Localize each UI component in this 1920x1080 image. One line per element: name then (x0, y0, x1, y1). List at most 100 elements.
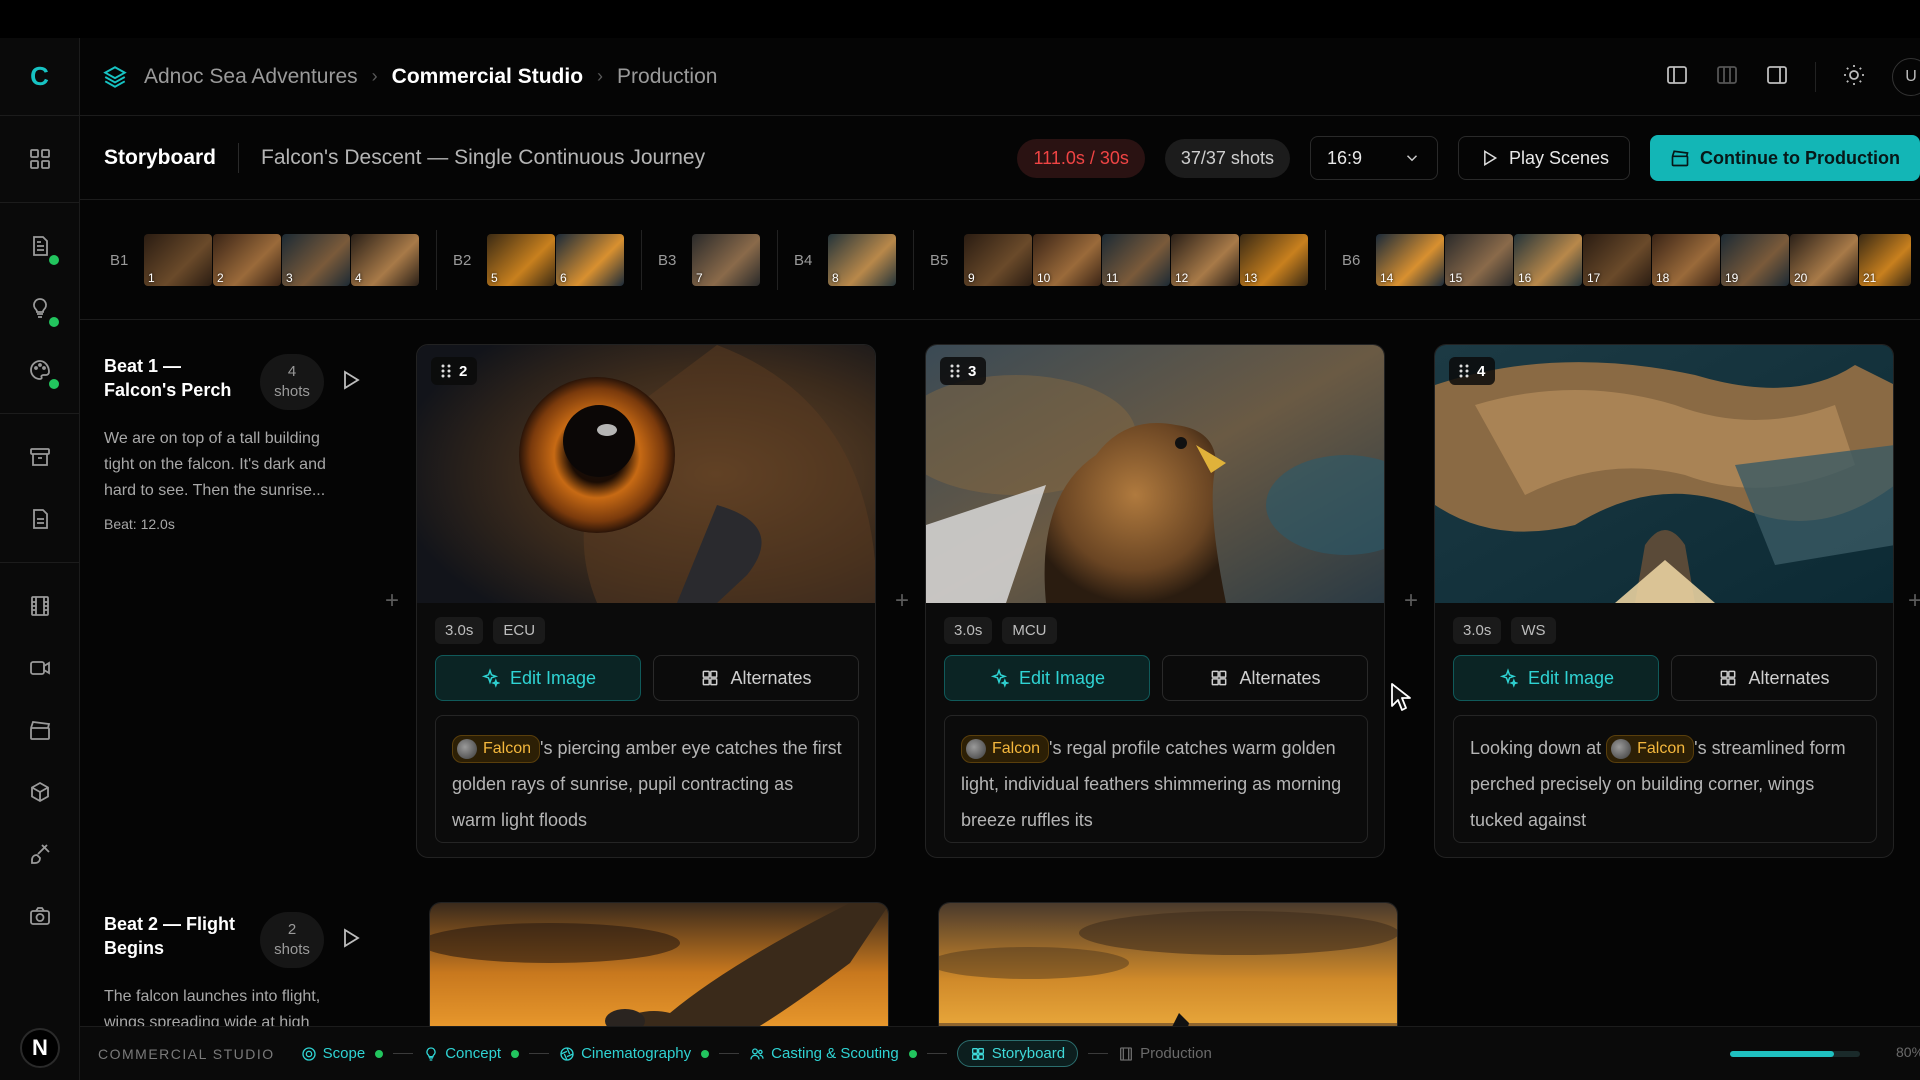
studio-label: COMMERCIAL STUDIO (98, 1045, 275, 1062)
rail-dashboard[interactable] (0, 128, 79, 190)
film-icon (30, 596, 49, 616)
rail-3d[interactable] (0, 761, 79, 823)
breadcrumb-section[interactable]: Commercial Studio (392, 65, 583, 89)
filmstrip-thumbnail[interactable]: 18 (1652, 234, 1720, 286)
play-beat-button[interactable] (338, 926, 362, 955)
shot-number-badge[interactable]: 4 (1449, 357, 1496, 385)
rail-video[interactable] (0, 637, 79, 699)
file-text-icon (32, 509, 48, 529)
shot-prompt[interactable]: Falcon's piercing amber eye catches the … (435, 715, 859, 843)
shot-prompt[interactable]: Looking down at Falcon's streamlined for… (1453, 715, 1877, 843)
filmstrip-thumbnail[interactable]: 4 (351, 234, 419, 286)
filmstrip-thumbnail[interactable]: 17 (1583, 234, 1651, 286)
step-production[interactable]: Production (1118, 1045, 1212, 1062)
filmstrip-thumbnail[interactable]: 8 (828, 234, 896, 286)
beat-description: We are on top of a tall building tight o… (104, 430, 326, 499)
filmstrip-thumbnail[interactable]: 15 (1445, 234, 1513, 286)
rail-ideas[interactable] (0, 277, 79, 339)
edit-image-button[interactable]: Edit Image (1453, 655, 1659, 701)
edit-image-button[interactable]: Edit Image (435, 655, 641, 701)
shot-card[interactable]: 2 3.0s ECU Edit Image Alternates Falcon '… (416, 344, 876, 858)
continue-to-production-button[interactable]: Continue to Production (1650, 135, 1920, 181)
character-chip[interactable]: Falcon (1606, 735, 1695, 764)
add-shot-button[interactable]: + (1905, 589, 1920, 613)
edit-image-button[interactable]: Edit Image (944, 655, 1150, 701)
shot-card[interactable]: 5 (429, 902, 889, 1042)
filmstrip-thumbnail[interactable]: 10 (1033, 234, 1101, 286)
app-logo[interactable]: C (0, 38, 79, 116)
filmstrip-thumbnail[interactable]: 12 (1171, 234, 1239, 286)
filmstrip-thumbnail[interactable]: 21 (1859, 234, 1911, 286)
alternates-button[interactable]: Alternates (1671, 655, 1877, 701)
filmstrip-beat-label[interactable]: B6 (1342, 252, 1364, 269)
pipeline-progress-percent: 80% (1896, 1044, 1920, 1060)
filmstrip-beat-label[interactable]: B3 (658, 252, 680, 269)
toggle-right-panel-button[interactable] (1765, 63, 1789, 92)
shot-number-badge[interactable]: 2 (431, 357, 478, 385)
rail-script[interactable] (0, 488, 79, 550)
shot-card[interactable]: 3 3.0s MCU Edit Image Alternates Falcon '… (925, 344, 1385, 858)
add-shot-button[interactable]: + (382, 589, 402, 613)
rail-palette[interactable] (0, 339, 79, 401)
step-casting[interactable]: Casting & Scouting (749, 1045, 917, 1062)
alternates-label: Alternates (1748, 667, 1830, 688)
add-shot-button[interactable]: + (1401, 589, 1421, 613)
aspect-ratio-select[interactable]: 16:9 (1309, 136, 1438, 180)
step-cinematography[interactable]: Cinematography (559, 1045, 710, 1062)
shot-prompt[interactable]: Falcon's regal profile catches warm gold… (944, 715, 1368, 843)
filmstrip-beat-label[interactable]: B1 (110, 252, 132, 269)
shot-image-aerial-city[interactable] (1435, 345, 1894, 603)
filmstrip-beat-label[interactable]: B4 (794, 252, 816, 269)
shot-image-falcon-eye[interactable] (417, 345, 876, 603)
breadcrumb-project[interactable]: Adnoc Sea Adventures (144, 65, 358, 89)
filmstrip-thumbnail[interactable]: 2 (213, 234, 281, 286)
filmstrip-thumbnail[interactable]: 19 (1721, 234, 1789, 286)
step-scope[interactable]: Scope (301, 1045, 384, 1062)
step-storyboard[interactable]: Storyboard (956, 1040, 1079, 1067)
add-shot-button[interactable]: + (892, 589, 912, 613)
shot-number-badge[interactable]: 3 (940, 357, 987, 385)
filmstrip-thumbnail[interactable]: 9 (964, 234, 1032, 286)
shot-card[interactable]: 6 (938, 902, 1398, 1042)
character-chip[interactable]: Falcon (452, 735, 541, 764)
shot-count-number: 4 (287, 363, 297, 380)
filmstrip-thumbnail[interactable]: 16 (1514, 234, 1582, 286)
filmstrip-thumbnail[interactable]: 3 (282, 234, 350, 286)
play-scenes-button[interactable]: Play Scenes (1457, 136, 1631, 180)
user-avatar[interactable]: U (1892, 58, 1920, 96)
workspace-avatar[interactable]: N (20, 1028, 60, 1068)
filmstrip-thumbnail[interactable]: 6 (556, 234, 624, 286)
alternates-button[interactable]: Alternates (1162, 655, 1368, 701)
toggle-left-panel-button[interactable] (1665, 63, 1689, 92)
beat-shot-count: 4 shots (260, 354, 324, 410)
rail-brush[interactable] (0, 823, 79, 885)
rail-clapper[interactable] (0, 699, 79, 761)
play-beat-button[interactable] (338, 368, 362, 397)
storyboard-subtitle: Falcon's Descent — Single Continuous Jou… (261, 145, 706, 169)
duration-badge: 111.0s / 30s (1017, 138, 1145, 178)
filmstrip-thumbnail[interactable]: 1 (144, 234, 212, 286)
filmstrip-beat-label[interactable]: B2 (453, 252, 475, 269)
rail-camera[interactable] (0, 885, 79, 947)
camera-icon (29, 907, 50, 925)
shot-image-sunset-sea[interactable] (939, 903, 1398, 1042)
alternates-button[interactable]: Alternates (653, 655, 859, 701)
filmstrip-thumbnail[interactable]: 11 (1102, 234, 1170, 286)
rail-brief[interactable] (0, 215, 79, 277)
filmstrip-beat-label[interactable]: B5 (930, 252, 952, 269)
shot-card[interactable]: 4 3.0s WS Edit Image Alternates Looking … (1434, 344, 1894, 858)
step-concept[interactable]: Concept (423, 1045, 520, 1062)
filmstrip-thumbnail[interactable]: 14 (1376, 234, 1444, 286)
theme-toggle-button[interactable] (1842, 63, 1866, 92)
rail-archive[interactable] (0, 426, 79, 488)
filmstrip-thumbnail[interactable]: 20 (1790, 234, 1858, 286)
beat-2-info: Beat 2 — Flight Begins 2 shots The falco… (104, 912, 374, 1036)
toggle-center-panel-button[interactable] (1715, 63, 1739, 92)
shot-image-sunset-flight[interactable] (430, 903, 889, 1042)
rail-film[interactable] (0, 575, 79, 637)
shot-image-falcon-profile[interactable] (926, 345, 1385, 603)
filmstrip-thumbnail[interactable]: 13 (1240, 234, 1308, 286)
filmstrip-thumbnail[interactable]: 5 (487, 234, 555, 286)
filmstrip-thumbnail[interactable]: 7 (692, 234, 760, 286)
character-chip[interactable]: Falcon (961, 735, 1050, 764)
